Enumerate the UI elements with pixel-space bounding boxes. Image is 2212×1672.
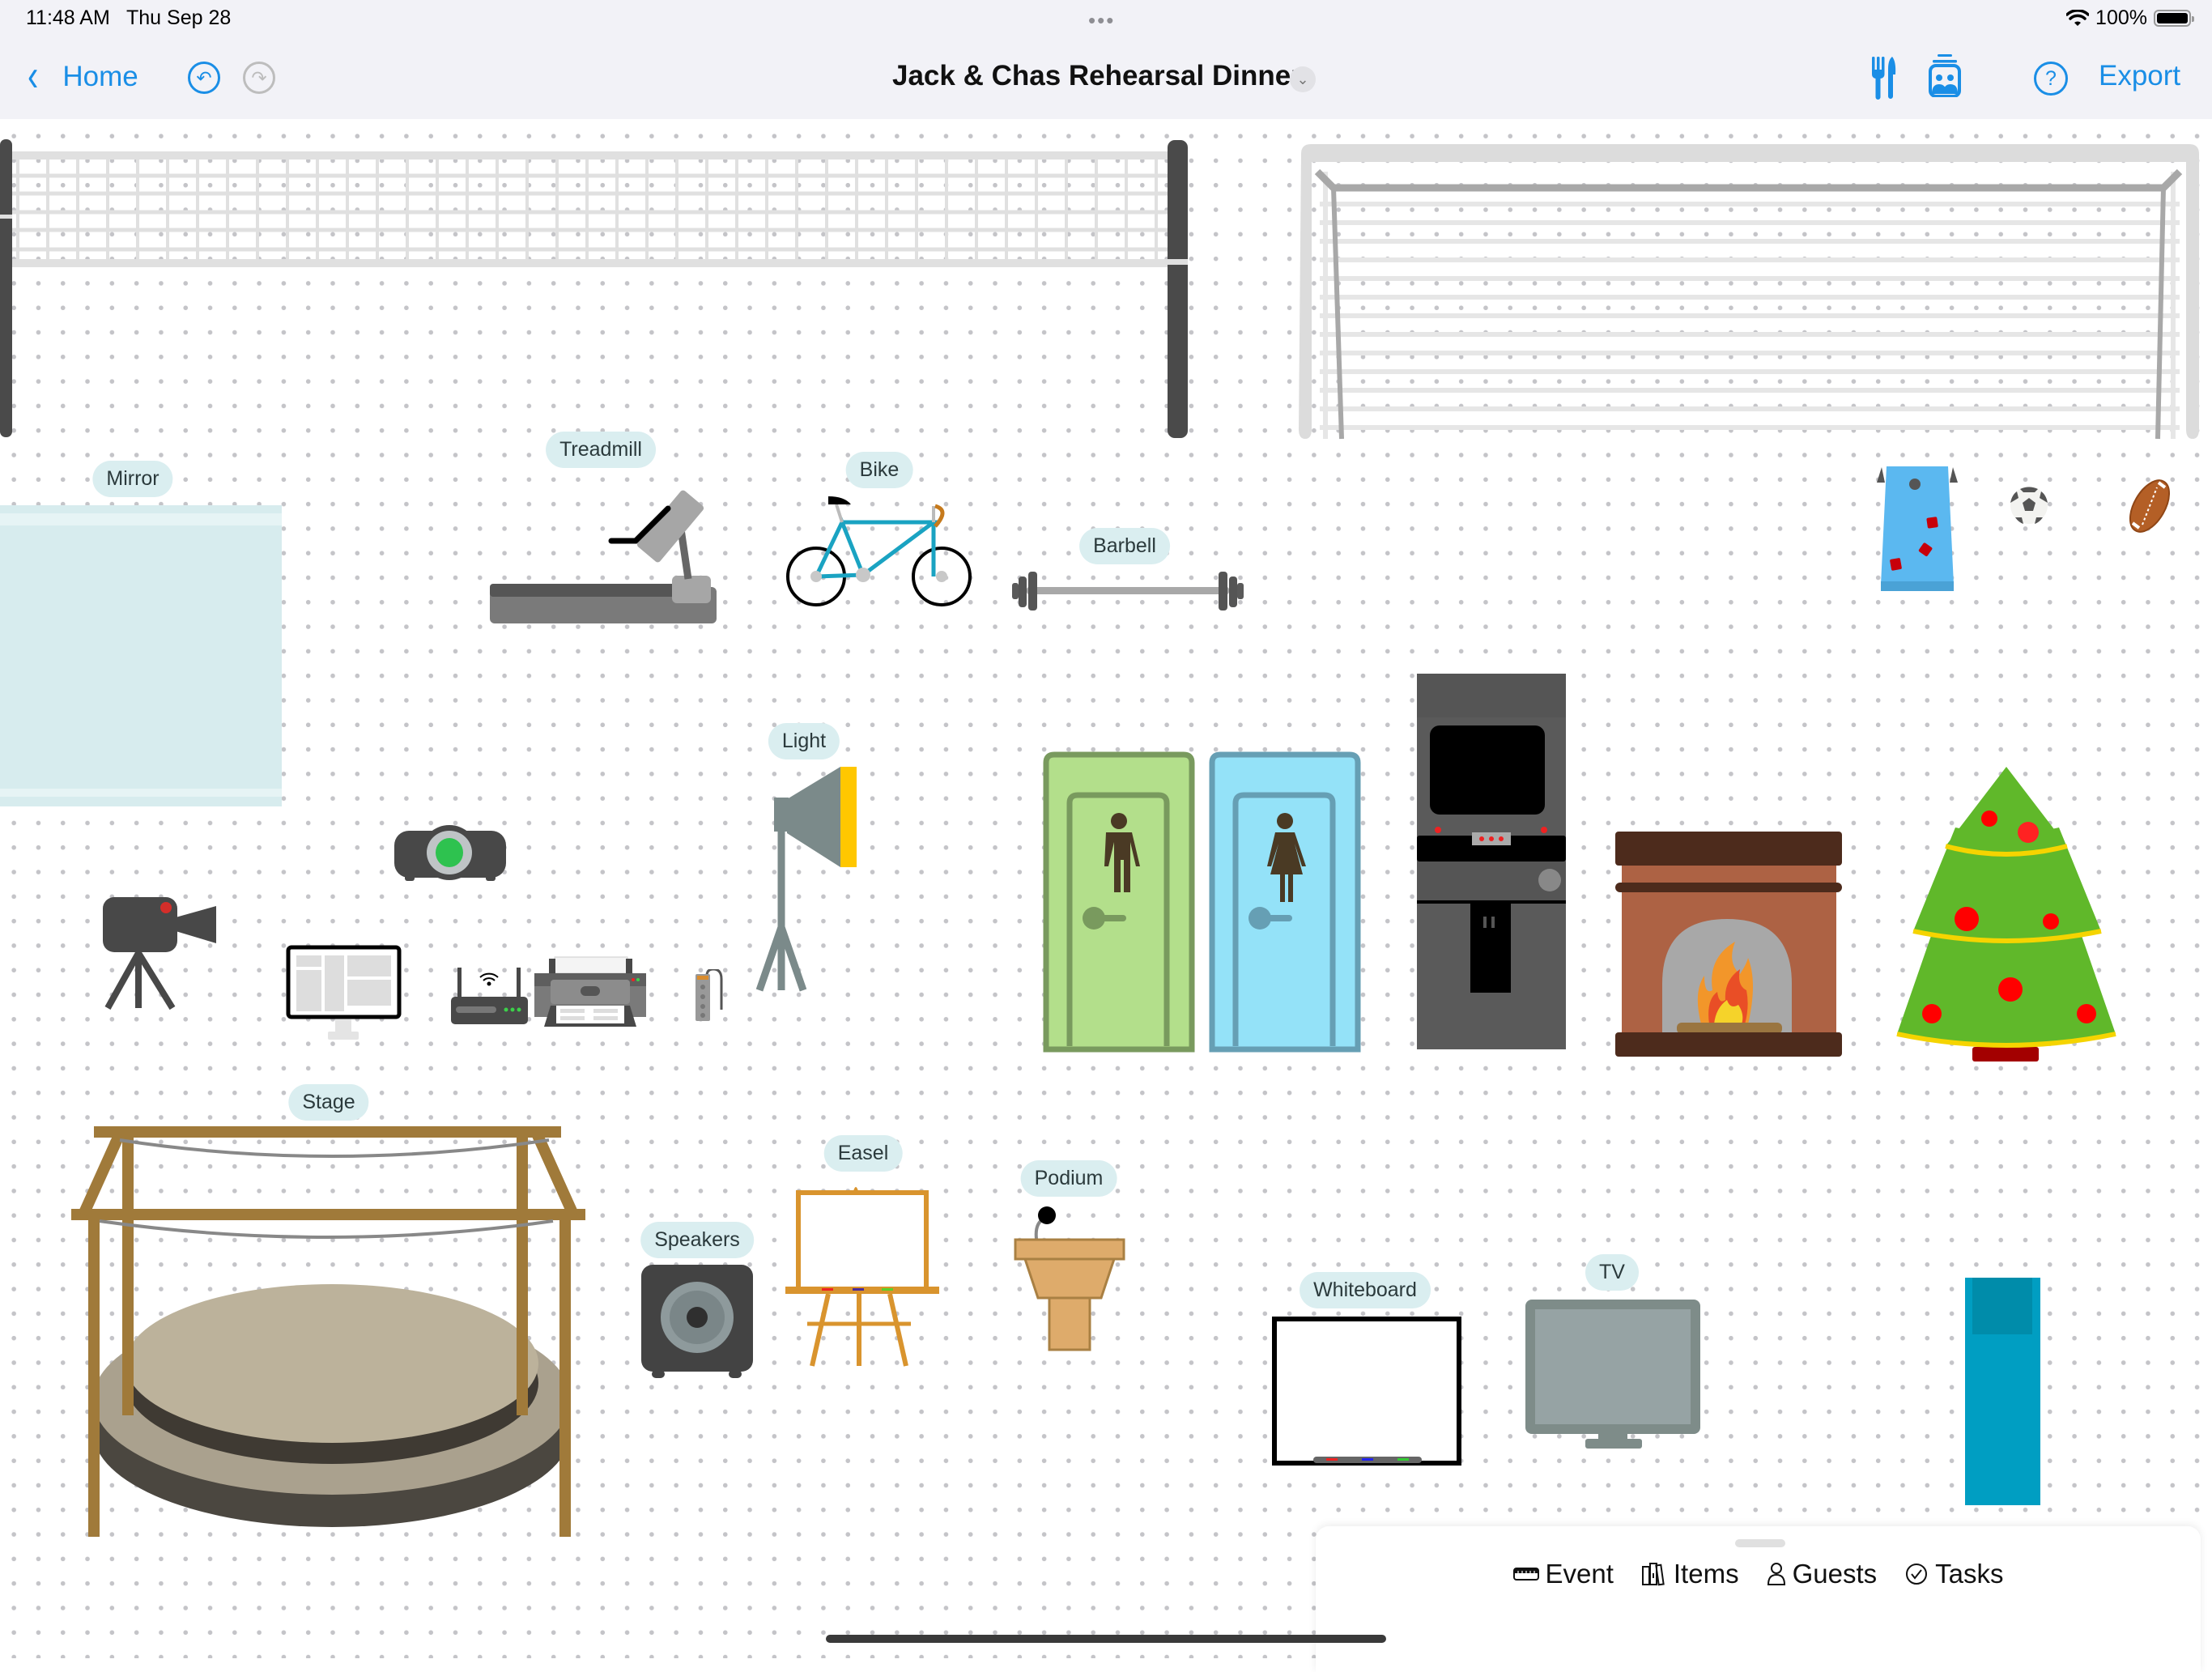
status-date: Thu Sep 28 [126, 6, 232, 29]
bike[interactable] [781, 490, 980, 611]
item-label-mirror[interactable]: Mirror [92, 461, 173, 497]
tab-items[interactable]: Items [1641, 1559, 1739, 1589]
podium[interactable] [1012, 1202, 1127, 1355]
chevron-down-icon: ⌄ [1296, 70, 1309, 87]
tab-event[interactable]: Event [1512, 1559, 1614, 1589]
item-label-barbell[interactable]: Barbell [1079, 528, 1170, 564]
redo-button[interactable]: ↷ [243, 62, 275, 94]
redo-icon: ↷ [251, 66, 267, 88]
monitor[interactable] [286, 945, 403, 1042]
tab-event-label: Event [1545, 1559, 1614, 1589]
status-time: 11:48 AM [26, 6, 110, 29]
treadmill[interactable] [486, 474, 721, 628]
tab-guests[interactable]: Guests [1767, 1559, 1878, 1589]
page-title[interactable]: Jack & Chas Rehearsal Dinner [892, 60, 1302, 92]
tab-tasks-label: Tasks [1935, 1559, 2004, 1589]
back-button[interactable]: ‹ Home [28, 51, 138, 101]
arcade-machine[interactable] [1417, 674, 1568, 1050]
item-label-podium[interactable]: Podium [1020, 1160, 1117, 1197]
item-label-treadmill[interactable]: Treadmill [546, 432, 656, 468]
bottom-sheet[interactable]: Event Items Guests Tasks [1316, 1526, 2201, 1672]
fork-knife-icon[interactable] [1870, 53, 1896, 100]
battery-icon [2154, 10, 2194, 27]
tab-tasks[interactable]: Tasks [1904, 1559, 2003, 1589]
top-bar: 11:48 AM Thu Sep 28 ••• 100% ‹ Home ↶ ↷ … [0, 0, 2212, 119]
power-strip[interactable] [692, 969, 725, 1022]
item-label-speakers[interactable]: Speakers [640, 1222, 754, 1258]
back-label: Home [62, 60, 138, 92]
tab-items-label: Items [1673, 1559, 1739, 1589]
soccer-ball[interactable] [2009, 485, 2049, 525]
checkmark-circle-icon [1906, 1564, 1928, 1585]
help-button[interactable]: ? [2034, 62, 2068, 96]
stage[interactable] [71, 1124, 589, 1541]
books-icon [1641, 1563, 1665, 1586]
tv[interactable] [1524, 1298, 1704, 1450]
wifi-router[interactable] [451, 968, 528, 1024]
item-label-whiteboard[interactable]: Whiteboard [1300, 1272, 1431, 1308]
item-label-stage[interactable]: Stage [288, 1084, 369, 1121]
printer[interactable] [534, 955, 648, 1028]
fireplace[interactable] [1614, 830, 1844, 1058]
title-menu-button[interactable]: ⌄ [1290, 66, 1316, 92]
question-icon: ? [2045, 66, 2057, 90]
mens-restroom[interactable] [1043, 751, 1195, 1053]
christmas-tree[interactable] [1889, 765, 2124, 1063]
item-label-light[interactable]: Light [768, 723, 840, 759]
projector[interactable] [393, 824, 510, 885]
status-right: 100% [2066, 6, 2194, 30]
whiteboard[interactable] [1271, 1316, 1462, 1466]
item-label-bike[interactable]: Bike [845, 452, 913, 488]
sheet-grabber[interactable] [1735, 1539, 1785, 1547]
volleyball-net[interactable] [0, 138, 1194, 439]
mirror[interactable] [0, 505, 283, 806]
undo-icon: ↶ [196, 66, 212, 88]
blue-panel[interactable] [1965, 1278, 2040, 1505]
battery-percent: 100% [2095, 6, 2147, 29]
item-label-tv[interactable]: TV [1585, 1254, 1639, 1291]
bottom-tabs: Event Items Guests Tasks [1316, 1559, 2201, 1589]
soccer-goal[interactable] [1297, 139, 2200, 443]
cornhole-board[interactable] [1877, 463, 1958, 594]
womens-restroom[interactable] [1209, 751, 1361, 1053]
video-camera[interactable] [101, 895, 219, 1012]
speaker[interactable] [640, 1265, 755, 1382]
studio-light[interactable] [751, 765, 865, 993]
person-icon [1767, 1563, 1785, 1585]
ruler-icon [1512, 1568, 1539, 1581]
easel[interactable] [781, 1178, 943, 1371]
multitasking-dots[interactable]: ••• [1088, 8, 1115, 33]
wifi-icon [2066, 9, 2090, 26]
barbell[interactable] [1010, 567, 1245, 615]
chevron-left-icon: ‹ [28, 51, 39, 101]
american-football[interactable] [2125, 476, 2175, 536]
home-indicator[interactable] [826, 1635, 1386, 1643]
undo-button[interactable]: ↶ [188, 62, 220, 94]
item-label-easel[interactable]: Easel [823, 1135, 903, 1172]
tab-guests-label: Guests [1792, 1559, 1878, 1589]
seating-chart-icon[interactable] [1929, 53, 1961, 97]
export-button[interactable]: Export [2099, 60, 2180, 92]
